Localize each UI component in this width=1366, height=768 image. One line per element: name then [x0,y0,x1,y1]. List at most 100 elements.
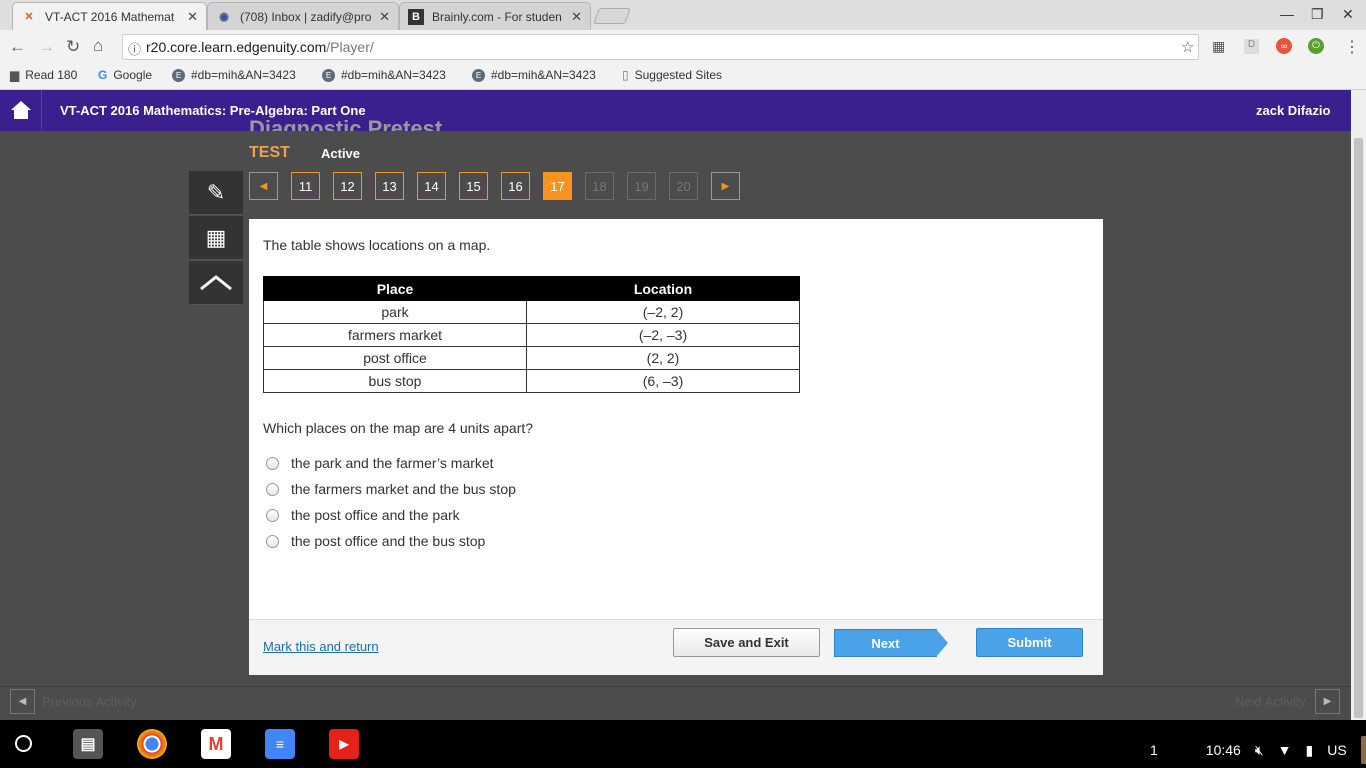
extension-d-icon[interactable]: D [1244,39,1259,54]
question-17-button[interactable]: 17 [543,172,572,200]
folder-icon: ▆ [10,68,20,82]
answer-option-4[interactable]: the post office and the bus stop [266,533,485,549]
chrome-icon[interactable] [137,729,167,759]
bookmark-db-3[interactable]: E #db=mih&AN=3423 [472,68,596,82]
pencil-tool-button[interactable]: ✎ [189,171,243,215]
tab-brainly[interactable]: B Brainly.com - For studen ✕ [399,2,591,30]
save-and-exit-button[interactable]: Save and Exit [673,628,820,657]
menu-dots-icon[interactable]: ⋮ [1344,37,1360,57]
bookmark-google[interactable]: G Google [98,68,152,82]
answer-label[interactable]: the post office and the park [291,507,460,523]
bookmark-suggested[interactable]: ▯ Suggested Sites [622,68,722,82]
page-icon: ▯ [622,68,629,82]
bookmark-label: #db=mih&AN=3423 [491,68,596,82]
question-20-button: 20 [669,172,698,200]
calculator-tool-button[interactable]: ▦ [189,216,243,260]
answer-option-2[interactable]: the farmers market and the bus stop [266,481,516,497]
extension-infinity-icon[interactable]: ∞ [1276,38,1292,54]
home-button[interactable] [0,90,42,131]
extension-power-icon[interactable]: ⏻ [1308,38,1324,54]
extension-film-icon[interactable]: ▦ [1212,38,1225,55]
info-icon[interactable]: ⓘ [128,39,141,58]
maximize-icon[interactable]: ❐ [1311,6,1324,23]
question-13-button[interactable]: 13 [375,172,404,200]
url-text: r20.core.learn.edgenuity.com/Player/ [146,39,374,55]
clock[interactable]: 10:46 [1206,742,1241,758]
question-prompt: The table shows locations on a map. [263,237,491,253]
home-icon[interactable]: ⌂ [93,36,103,56]
answer-label[interactable]: the park and the farmer’s market [291,455,494,471]
user-name[interactable]: zack Difazio [1256,103,1330,118]
google-icon: G [98,68,108,82]
table-header: Place [263,276,527,301]
next-button-arrow[interactable] [936,629,948,657]
radio-button[interactable] [266,534,279,548]
bookmark-read180[interactable]: ▆ Read 180 [10,68,77,82]
question-16-button[interactable]: 16 [501,172,530,200]
close-tab-icon[interactable]: ✕ [187,9,198,25]
submit-button[interactable]: Submit [976,628,1083,657]
pencil-icon: ✎ [206,179,226,205]
answer-label[interactable]: the post office and the bus stop [291,533,485,549]
close-window-icon[interactable]: ✕ [1342,6,1354,23]
tab-title: Brainly.com - For studen [432,9,562,24]
radio-button[interactable] [266,456,279,470]
question-15-button[interactable]: 15 [459,172,488,200]
question-14-button[interactable]: 14 [417,172,446,200]
answer-label[interactable]: the farmers market and the bus stop [291,481,516,497]
tab-edgenuity[interactable]: ✕ VT-ACT 2016 Mathemat ✕ [12,2,207,30]
docs-icon[interactable]: ≡ [265,729,295,759]
answer-option-1[interactable]: the park and the farmer’s market [266,455,494,471]
ebsco-icon: E [322,68,335,82]
bookmark-label: #db=mih&AN=3423 [341,68,446,82]
notification-count[interactable]: 1 [1150,742,1158,758]
youtube-icon[interactable]: ▶ [329,729,359,759]
previous-activity-label: Previous Activity [42,694,137,709]
new-tab-button[interactable] [593,8,631,24]
home-icon [11,101,31,119]
wifi-icon: ▼ [1277,742,1292,758]
close-tab-icon[interactable]: ✕ [571,9,582,25]
launcher-icon[interactable] [15,735,32,752]
table-cell: (–2, 2) [526,300,800,324]
table-header: Location [526,276,800,301]
close-tab-icon[interactable]: ✕ [379,9,390,25]
bookmark-db-1[interactable]: E #db=mih&AN=3423 [172,68,296,82]
url-path: /Player/ [326,39,374,55]
locations-table: Place Location park (–2, 2) farmers marke… [263,276,800,393]
tab-inbox[interactable]: ◉ (708) Inbox | zadify@pro ✕ [207,2,399,30]
next-button[interactable]: Next [834,629,937,657]
scrollbar-thumb[interactable] [1354,138,1363,718]
bookmark-db-2[interactable]: E #db=mih&AN=3423 [322,68,446,82]
question-19-button: 19 [627,172,656,200]
bookmark-star-icon[interactable]: ☆ [1181,38,1194,56]
next-question-button[interactable]: ▶ [711,172,740,200]
gmail-icon[interactable]: M [201,729,231,759]
reload-icon[interactable]: ↻ [66,37,80,57]
minimize-icon[interactable]: — [1280,6,1294,22]
radio-button[interactable] [266,508,279,522]
prev-question-button[interactable]: ◀ [249,172,278,200]
back-arrow-icon[interactable]: ← [9,37,26,57]
radio-button[interactable] [266,482,279,496]
chevron-left-icon: ◀ [18,696,27,707]
page-heading: Diagnostic Pretest [249,116,443,131]
avatar[interactable] [1360,736,1366,764]
files-app-icon[interactable]: ▤ [73,729,103,759]
mark-and-return-link[interactable]: Mark this and return [263,639,379,654]
question-12-button[interactable]: 12 [333,172,362,200]
previous-activity-button[interactable]: ◀ [10,689,35,714]
activity-bar [0,686,1351,720]
collapse-tool-button[interactable] [189,261,243,305]
question-11-button[interactable]: 11 [291,172,320,200]
next-activity-button[interactable]: ▶ [1315,689,1340,714]
chevron-right-icon: ▶ [1323,696,1332,707]
system-tray[interactable]: 1 10:46 🔇︎ ▼ ▮ US [1150,736,1366,764]
calculator-icon: ▦ [205,224,227,250]
table-row: bus stop (6, –3) [263,369,800,393]
answer-option-3[interactable]: the post office and the park [266,507,460,523]
bookmark-label: Read 180 [25,68,78,82]
forward-arrow-icon[interactable]: → [38,37,55,57]
table-row: post office (2, 2) [263,346,800,370]
locale-label: US [1327,742,1347,758]
